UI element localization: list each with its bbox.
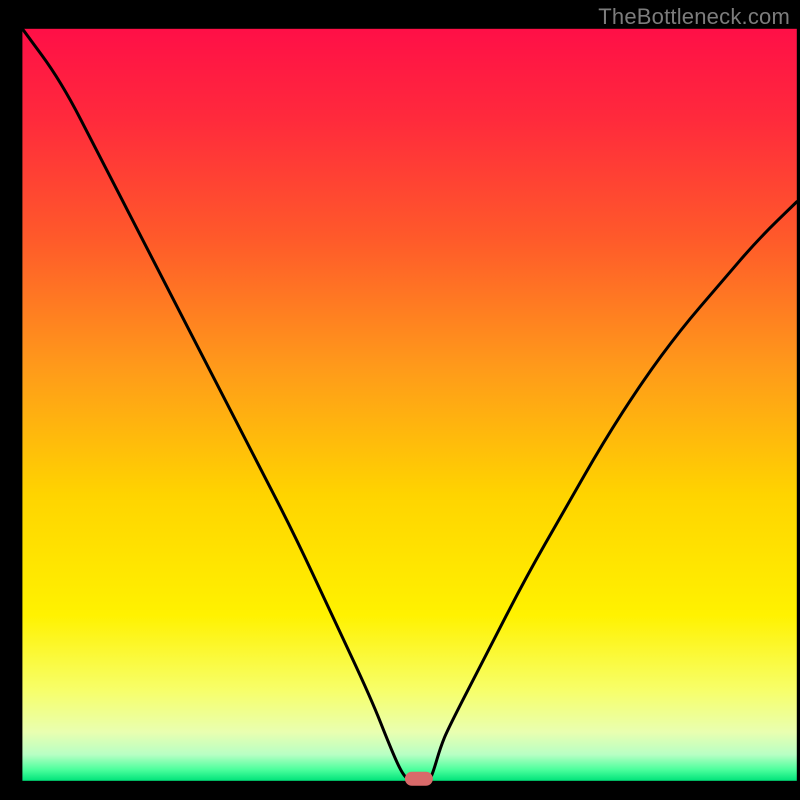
bottleneck-chart: TheBottleneck.com [0,0,800,800]
attribution-text: TheBottleneck.com [598,4,790,30]
chart-canvas [0,0,800,800]
plot-area [22,29,796,781]
optimal-point-marker [405,772,433,786]
